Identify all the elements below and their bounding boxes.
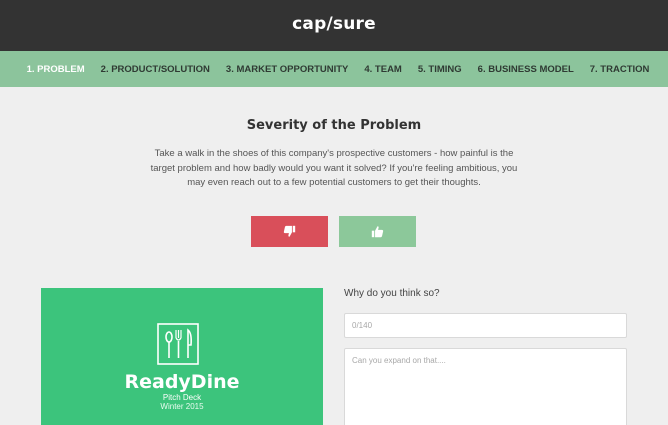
pitch-deck-card[interactable]: ReadyDine Pitch Deck Winter 2015 (41, 288, 323, 425)
brand-logo[interactable]: cap/sure (0, 14, 668, 34)
nav-list: 1. PROBLEM 2. PRODUCT/SOLUTION 3. MARKET… (0, 51, 668, 87)
section-nav: 1. PROBLEM 2. PRODUCT/SOLUTION 3. MARKET… (0, 51, 668, 87)
why-question-label: Why do you think so? (344, 288, 440, 299)
deck-date: Winter 2015 (160, 402, 204, 411)
utensils-icon (157, 323, 199, 365)
nav-item-traction[interactable]: 7. TRACTION (590, 64, 650, 75)
thumbs-down-icon (283, 225, 296, 237)
nav-item-market-opportunity[interactable]: 3. MARKET OPPORTUNITY (226, 64, 348, 75)
expand-answer-textarea[interactable] (344, 348, 627, 425)
nav-item-problem[interactable]: 1. PROBLEM (27, 64, 85, 75)
short-answer-input[interactable] (344, 313, 627, 338)
thumbs-up-icon (371, 226, 384, 238)
nav-item-timing[interactable]: 5. TIMING (418, 64, 462, 75)
thumbs-down-button[interactable] (251, 216, 328, 247)
section-title: Severity of the Problem (246, 118, 422, 133)
nav-item-team[interactable]: 4. TEAM (364, 64, 401, 75)
nav-item-product-solution[interactable]: 2. PRODUCT/SOLUTION (101, 64, 210, 75)
section-description: Take a walk in the shoes of this company… (150, 148, 518, 188)
thumbs-up-button[interactable] (339, 216, 416, 247)
nav-item-business-model[interactable]: 6. BUSINESS MODEL (478, 64, 574, 75)
top-header: cap/sure (0, 0, 668, 51)
deck-title: ReadyDine (124, 371, 240, 393)
